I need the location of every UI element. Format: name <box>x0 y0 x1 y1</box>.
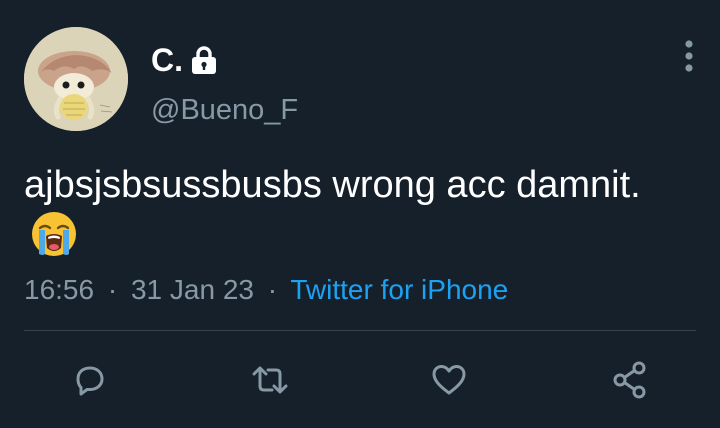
mushroom-character-avatar <box>24 27 128 131</box>
action-bar <box>0 352 720 408</box>
reply-button[interactable] <box>62 352 118 408</box>
reply-icon <box>76 366 104 396</box>
retweet-icon <box>252 366 288 394</box>
meta-separator: · <box>107 274 118 305</box>
retweet-button[interactable] <box>242 352 298 408</box>
display-name-row[interactable]: C. <box>151 40 217 80</box>
user-handle[interactable]: @Bueno_F <box>151 92 298 128</box>
like-button[interactable] <box>421 352 477 408</box>
avatar[interactable] <box>24 27 128 131</box>
tweet-meta: 16:56 · 31 Jan 23 · Twitter for iPhone <box>24 272 508 308</box>
display-name[interactable]: C. <box>151 40 183 80</box>
lock-icon <box>191 45 217 75</box>
more-options-button[interactable] <box>674 36 704 76</box>
tweet-source-link[interactable]: Twitter for iPhone <box>290 274 508 305</box>
tweet-date: 31 Jan 23 <box>130 274 254 305</box>
share-button[interactable] <box>602 352 658 408</box>
tweet-text: ajbsjsbsussbusbs wrong acc damnit. <box>24 160 684 263</box>
meta-separator-2: · <box>267 274 278 305</box>
heart-icon <box>432 365 466 395</box>
loudly-crying-face-emoji <box>30 210 78 258</box>
tweet-time: 16:56 <box>24 274 95 305</box>
tweet-text-content: ajbsjsbsussbusbs wrong acc damnit. <box>24 164 641 206</box>
share-icon <box>613 361 646 399</box>
more-vertical-icon <box>685 40 693 72</box>
divider <box>24 330 696 331</box>
tweet-detail: C. @Bueno_F ajbsjsbsussbusbs wrong acc d… <box>0 0 720 428</box>
